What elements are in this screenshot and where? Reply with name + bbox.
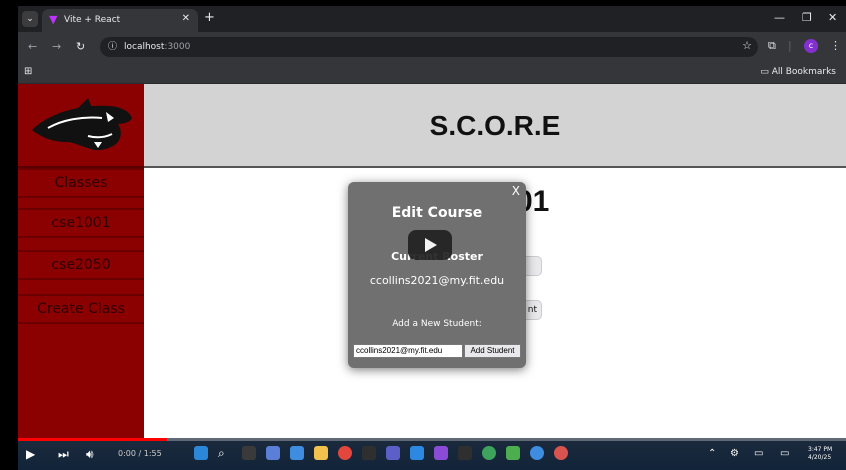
logo-panel	[18, 84, 144, 168]
url-port: :3000	[164, 42, 191, 52]
tab-strip: ⌄ ▼ Vite + React ✕ + — ❐ ✕	[18, 6, 846, 32]
terminal-icon[interactable]	[458, 446, 472, 460]
app-title: S.C.O.R.E	[429, 110, 561, 141]
volume-icon[interactable]: 🔊︎	[86, 447, 94, 461]
vite-favicon-icon: ▼	[49, 13, 58, 26]
app-icon-2[interactable]	[290, 446, 304, 460]
theater-icon[interactable]: ▭	[780, 448, 789, 460]
tab-close-icon[interactable]: ✕	[182, 13, 190, 25]
clock-time: 3:47 PM	[808, 446, 833, 453]
tray-arrow-icon[interactable]: ⌃	[708, 448, 716, 460]
video-progress-bar[interactable]	[18, 438, 846, 441]
add-student-label: Add a New Student:	[392, 319, 482, 329]
restore-icon[interactable]: ❐	[802, 11, 812, 25]
bookmark-star-icon[interactable]: ☆	[742, 39, 752, 53]
app-icon-1[interactable]	[266, 446, 280, 460]
all-bookmarks[interactable]: ▭ All Bookmarks	[760, 66, 836, 78]
modal-close-button[interactable]: X	[512, 184, 520, 198]
teams-icon[interactable]	[386, 446, 400, 460]
roster-email: ccollins2021@my.fit.edu	[369, 274, 505, 287]
vscode-icon[interactable]	[410, 446, 424, 460]
forward-icon[interactable]: →	[52, 40, 61, 54]
url-text[interactable]: localhost:3000	[124, 40, 190, 54]
app-icon-5[interactable]	[482, 446, 496, 460]
file-explorer-icon[interactable]	[314, 446, 328, 460]
menu-kebab-icon[interactable]: ⋮	[830, 39, 841, 53]
app-icon-6[interactable]	[506, 446, 520, 460]
app-icon-3[interactable]	[362, 446, 376, 460]
taskbar-clock: 3:47 PM 4/20/25	[808, 446, 832, 462]
next-icon[interactable]: ⏭	[58, 447, 69, 461]
video-play-button[interactable]	[408, 230, 452, 260]
bookmarks-bar: ⊞ ▭ All Bookmarks	[18, 62, 846, 84]
profile-avatar[interactable]: c	[804, 39, 818, 53]
video-progress-fill	[18, 438, 168, 441]
app-icon-8[interactable]	[554, 446, 568, 460]
browser-toolbar: ← → ↻ ⓘ localhost:3000 ☆ ⧉ | c ⋮	[18, 32, 846, 62]
reload-icon[interactable]: ↻	[76, 40, 85, 54]
sidebar-item-cse2050[interactable]: cse2050	[18, 250, 144, 280]
task-view-icon[interactable]	[242, 446, 256, 460]
window-close-icon[interactable]: ✕	[828, 11, 837, 25]
sidebar-item-cse1001[interactable]: cse1001	[18, 208, 144, 238]
sidebar-item-create-class[interactable]: Create Class	[18, 294, 144, 324]
page-viewport: Classes cse1001 cse2050 Create Class S.C…	[18, 84, 846, 438]
apps-grid-icon[interactable]: ⊞	[24, 66, 32, 78]
back-icon[interactable]: ←	[28, 40, 37, 54]
all-bookmarks-label: All Bookmarks	[771, 67, 836, 77]
new-tab-icon[interactable]: +	[204, 11, 215, 25]
panther-logo-icon	[32, 98, 132, 151]
student-email-input[interactable]: ccollins2021@my.fit.edu	[353, 344, 463, 358]
site-info-icon[interactable]: ⓘ	[108, 40, 117, 54]
video-controls: ▶ ⏭ 🔊︎ 0:00 / 1:55 ⌕ ⌃ ⚙ ▭ ▭ 3:47 PM 4/2…	[18, 438, 846, 470]
url-host: localhost	[124, 42, 165, 52]
video-time: 0:00 / 1:55	[118, 449, 162, 458]
minimize-icon[interactable]: —	[774, 11, 785, 25]
add-student-button[interactable]: Add Student	[464, 344, 521, 358]
modal-title: Edit Course	[391, 205, 483, 221]
edit-course-modal: X Edit Course Current Roster ccollins202…	[348, 182, 526, 368]
clock-date: 4/20/25	[808, 454, 832, 461]
app-icon-7[interactable]	[530, 446, 544, 460]
toolbar-divider: |	[788, 39, 792, 52]
search-icon[interactable]: ⌕	[218, 446, 232, 460]
taskbar-icons: ⌕	[194, 446, 634, 464]
sidebar: Classes cse1001 cse2050 Create Class	[18, 84, 144, 438]
app-header: S.C.O.R.E	[144, 84, 846, 168]
browser-window: ⌄ ▼ Vite + React ✕ + — ❐ ✕ ← → ↻ ⓘ local…	[18, 6, 846, 470]
browser-tab[interactable]: ▼ Vite + React ✕	[42, 9, 198, 32]
app-icon-4[interactable]	[434, 446, 448, 460]
sidebar-item-classes[interactable]: Classes	[18, 168, 144, 198]
chrome-icon[interactable]	[338, 446, 352, 460]
start-icon[interactable]	[194, 446, 208, 460]
play-pause-icon[interactable]: ▶	[26, 447, 35, 461]
tab-title: Vite + React	[64, 15, 121, 25]
miniplayer-icon[interactable]: ▭	[754, 448, 763, 460]
play-icon	[425, 238, 437, 252]
settings-gear-icon[interactable]: ⚙	[730, 448, 739, 460]
tab-search-icon[interactable]: ⌄	[22, 11, 38, 27]
extensions-icon[interactable]: ⧉	[768, 39, 776, 53]
address-bar[interactable]: ⓘ localhost:3000 ☆	[100, 37, 758, 57]
